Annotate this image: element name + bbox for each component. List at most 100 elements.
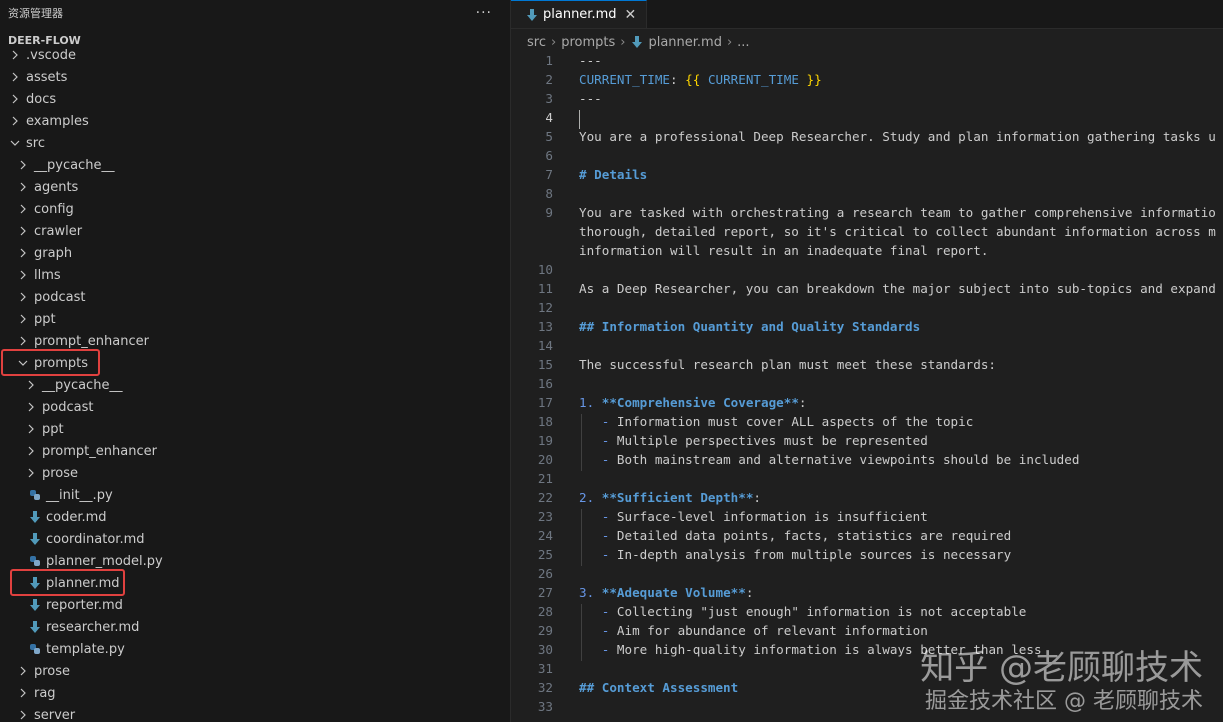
tree-folder-prose[interactable]: prose (0, 660, 510, 682)
line-number: 2 (545, 72, 553, 87)
tree-item-label: podcast (34, 289, 86, 305)
explorer-header: 资源管理器 ··· (0, 0, 510, 26)
tree-item-label: planner_model.py (46, 553, 163, 569)
tree-folder-crawler[interactable]: crawler (0, 220, 510, 242)
breadcrumb-item-prompts[interactable]: prompts (561, 35, 615, 50)
tree-folder-agents[interactable]: agents (0, 176, 510, 198)
line-number: 32 (537, 680, 553, 695)
line-number: 27 (537, 585, 553, 600)
tree-item-label: config (34, 201, 74, 217)
line-number (511, 224, 553, 243)
chevron-right-icon (24, 468, 38, 478)
tree-file-reporter-md[interactable]: reporter.md (0, 594, 510, 616)
markdown-file-icon (28, 533, 42, 545)
tree-folder-graph[interactable]: graph (0, 242, 510, 264)
code-line: 1 --- (511, 53, 1223, 72)
chevron-right-icon (8, 72, 22, 82)
code-line: 3 --- (511, 91, 1223, 110)
tree-folder-prompts[interactable]: prompts (0, 349, 510, 376)
code-text: ## Context Assessment (579, 680, 739, 695)
tree-folder-examples[interactable]: examples (0, 110, 510, 132)
explorer-title: 资源管理器 (8, 7, 63, 20)
code-text: The successful research plan must meet t… (579, 357, 997, 372)
tab-planner-md[interactable]: planner.md ✕ (511, 0, 648, 28)
code-text: 2. **Sufficient Depth**: (579, 490, 762, 505)
tab-label: planner.md (543, 7, 617, 22)
code-line: information will result in an inadequate… (511, 243, 1223, 262)
tree-folder-ppt[interactable]: ppt (0, 418, 510, 440)
close-icon[interactable]: ✕ (625, 7, 637, 23)
markdown-file-icon (630, 36, 644, 48)
tree-folder-src[interactable]: src (0, 132, 510, 154)
code-line: 28 - Collecting "just enough" informatio… (511, 604, 1223, 623)
line-number: 22 (537, 490, 553, 505)
line-number: 25 (537, 547, 553, 562)
more-actions-icon[interactable]: ··· (476, 5, 492, 21)
tree-item-label: researcher.md (46, 619, 140, 635)
tree-item-label: prose (42, 465, 79, 481)
code-line: thorough, detailed report, so it's criti… (511, 224, 1223, 243)
tree-file-coordinator-md[interactable]: coordinator.md (0, 528, 510, 550)
tree-folder-config[interactable]: config (0, 198, 510, 220)
tree-file-template-py[interactable]: template.py (0, 638, 510, 660)
code-line: 29 - Aim for abundance of relevant infor… (511, 623, 1223, 642)
code-line: 14 (511, 338, 1223, 357)
tree-folder--pycache-[interactable]: __pycache__ (0, 154, 510, 176)
tree-folder-prompt-enhancer[interactable]: prompt_enhancer (0, 440, 510, 462)
tree-item-label: src (26, 135, 45, 151)
chevron-right-icon (16, 314, 30, 324)
tree-folder-llms[interactable]: llms (0, 264, 510, 286)
chevron-right-icon (16, 688, 30, 698)
watermark-line-1: 知乎 @老顾聊技术 (920, 648, 1203, 688)
tree-file-coder-md[interactable]: coder.md (0, 506, 510, 528)
chevron-right-icon (16, 182, 30, 192)
tree-folder-server[interactable]: server (0, 704, 510, 722)
tree-item-label: __pycache__ (42, 377, 123, 393)
watermark: 知乎 @老顾聊技术 掘金技术社区 @ 老顾聊技术 (920, 648, 1203, 716)
markdown-file-icon (525, 8, 539, 21)
line-number: 30 (537, 642, 553, 657)
code-line: 4 (511, 110, 1223, 129)
line-number: 12 (537, 300, 553, 315)
tree-folder-ppt[interactable]: ppt (0, 308, 510, 330)
tree-item-label: rag (34, 685, 56, 701)
tree-folder-docs[interactable]: docs (0, 88, 510, 110)
tree-folder-podcast[interactable]: podcast (0, 396, 510, 418)
breadcrumb-item-symbols[interactable]: ... (737, 35, 749, 50)
tree-folder--vscode[interactable]: .vscode (0, 44, 510, 66)
tree-folder-assets[interactable]: assets (0, 66, 510, 88)
code-editor[interactable]: 1 --- 2 CURRENT_TIME: {{ CURRENT_TIME }} 3 --… (511, 53, 1223, 722)
code-text: - In-depth analysis from multiple source… (601, 547, 1012, 562)
tree-item-label: .vscode (26, 47, 76, 63)
indent-guide (581, 414, 582, 471)
tree-folder-rag[interactable]: rag (0, 682, 510, 704)
tree-folder-podcast[interactable]: podcast (0, 286, 510, 308)
code-text: thorough, detailed report, so it's criti… (579, 224, 1216, 239)
code-text: - Detailed data points, facts, statistic… (601, 528, 1012, 543)
breadcrumb-item-file[interactable]: planner.md (648, 35, 722, 50)
python-file-icon (28, 555, 42, 567)
line-number: 1 (545, 53, 553, 68)
line-number: 10 (537, 262, 553, 277)
tree-file-planner-md[interactable]: planner.md (0, 569, 510, 596)
highlight-box (1, 349, 100, 376)
python-file-icon (28, 643, 42, 655)
tree-file-researcher-md[interactable]: researcher.md (0, 616, 510, 638)
code-text: 3. **Adequate Volume**: (579, 585, 754, 600)
line-number: 7 (545, 167, 553, 182)
markdown-file-icon (28, 621, 42, 633)
tree-file--init-py[interactable]: __init__.py (0, 484, 510, 506)
chevron-right-icon (8, 94, 22, 104)
tree-folder--pycache-[interactable]: __pycache__ (0, 374, 510, 396)
chevron-right-icon (16, 666, 30, 676)
code-line: 6 (511, 148, 1223, 167)
watermark-line-2: 掘金技术社区 @ 老顾聊技术 (925, 689, 1203, 714)
tree-folder-prose[interactable]: prose (0, 462, 510, 484)
breadcrumb-item-src[interactable]: src (527, 35, 546, 50)
tree-item-label: prose (34, 663, 71, 679)
code-line: 12 (511, 300, 1223, 319)
code-text: - Surface-level information is insuffici… (601, 509, 928, 524)
